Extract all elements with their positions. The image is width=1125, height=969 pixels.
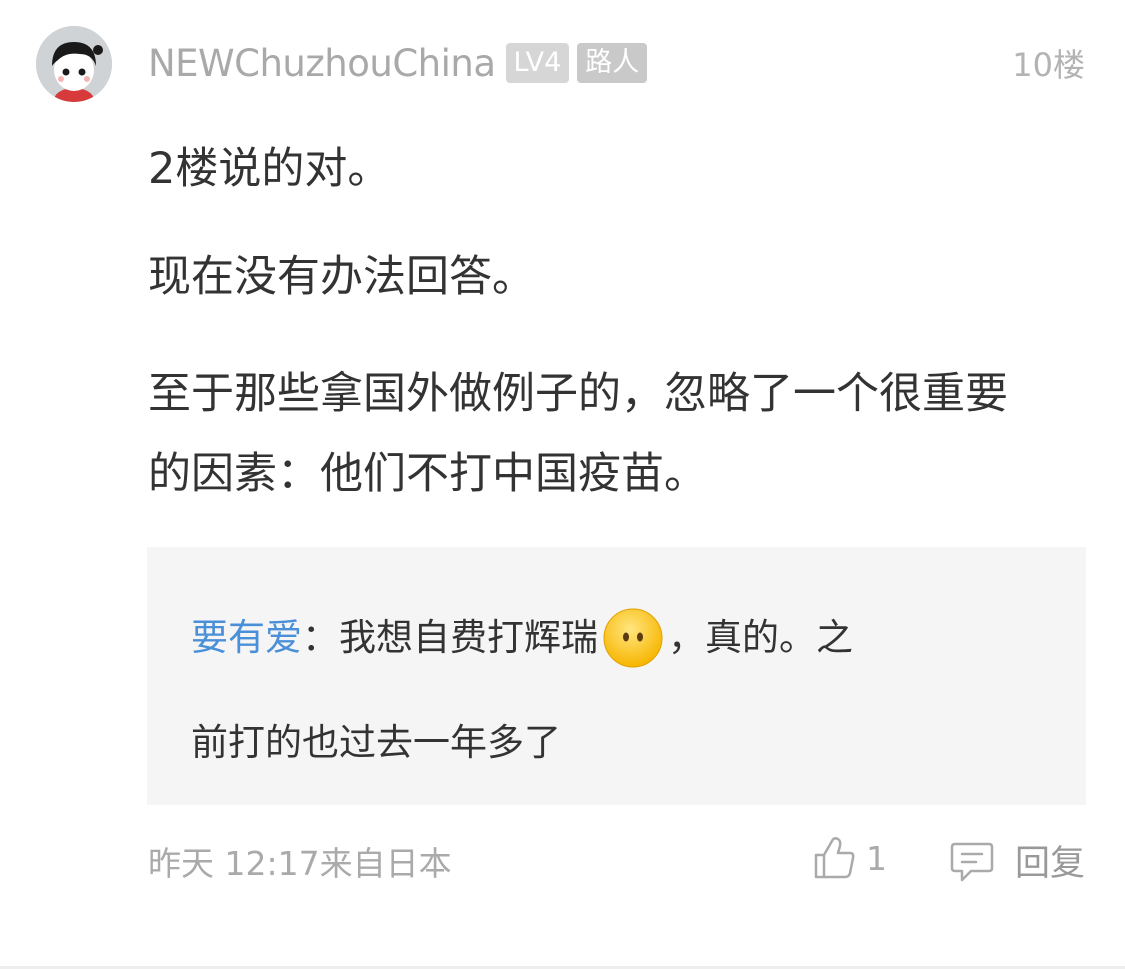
no-mouth-face-emoji-icon	[602, 607, 664, 669]
like-count: 1	[866, 838, 887, 878]
post-paragraph: 至于那些拿国外做例子的，忽略了一个很重要的因素：他们不打中国疫苗。	[148, 369, 1008, 499]
like-button[interactable]: 1	[812, 835, 887, 881]
reply-label: 回复	[1014, 844, 1085, 884]
sub-reply-text: ，真的。之	[668, 616, 853, 659]
post-time-source: 昨天 12:17来自日本	[148, 844, 452, 883]
thumbs-up-icon	[814, 837, 855, 879]
avatar-cartoon-icon	[36, 26, 112, 102]
post-footer: 昨天 12:17来自日本 1 回复	[148, 835, 1085, 885]
sub-reply-line: 要有爱 ： 我想自费打辉瑞 ，真的。之	[191, 607, 853, 669]
sub-reply-text: 前打的也过去一年多了	[191, 721, 561, 764]
sub-reply-text: 我想自费打辉瑞	[339, 616, 598, 659]
username[interactable]: NEWChuzhouChina	[148, 42, 496, 85]
reply-button[interactable]: 回复	[949, 835, 1085, 886]
level-badge: LV4	[505, 43, 570, 83]
role-badge: 路人	[577, 43, 648, 83]
comment-icon	[950, 842, 994, 881]
sub-reply-username[interactable]: 要有爱	[191, 608, 302, 668]
sub-reply-separator: ：	[302, 616, 339, 659]
sub-reply-box[interactable]: 要有爱 ： 我想自费打辉瑞 ，真的。之 前打的也过去一年多了	[147, 547, 1086, 805]
post-paragraph: 现在没有办法回答。	[148, 252, 535, 302]
post-header: NEWChuzhouChina LV4 路人 10楼	[148, 40, 1085, 86]
floor-number: 10楼	[1012, 46, 1085, 84]
post-paragraph: 2楼说的对。	[148, 144, 391, 194]
avatar[interactable]	[36, 26, 112, 102]
